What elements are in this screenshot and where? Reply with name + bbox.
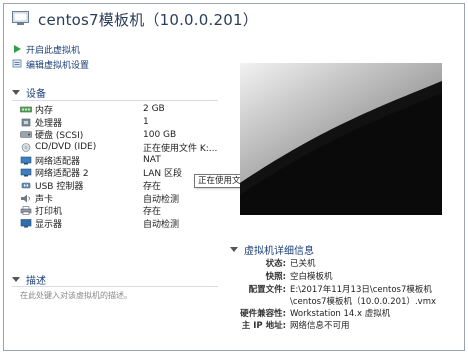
device-name: USB 控制器 <box>35 181 84 192</box>
preview-swoosh <box>240 63 442 195</box>
description-header: 描述 <box>26 276 46 287</box>
play-icon <box>14 45 21 53</box>
power-on-label: 开启此虚拟机 <box>26 45 81 56</box>
device-name: 声卡 <box>35 194 54 205</box>
device-row-sound[interactable]: 声卡 自动检测 <box>20 192 220 205</box>
device-value: NAT <box>143 155 161 166</box>
device-value: 2 GB <box>143 104 165 115</box>
detail-value: 空白模板机 <box>290 272 333 282</box>
detail-row-ip: 主 IP 地址: 网络信息不可用 <box>232 319 350 331</box>
device-name: 硬盘 (SCSI) <box>35 131 84 142</box>
device-row-usb[interactable]: USB 控制器 存在 <box>20 179 220 192</box>
device-row-cdrom[interactable]: CD/DVD (IDE) 正在使用文件 K:... <box>20 141 220 154</box>
detail-row-config-file-cont: \centos7模板机（10.0.0.201）.vmx <box>232 295 436 307</box>
device-name: 处理器 <box>35 118 63 129</box>
detail-row-compatibility: 硬件兼容性: Workstation 14.x 虚拟机 <box>232 307 390 319</box>
edit-settings-icon <box>12 59 22 68</box>
device-row-cpu[interactable]: 处理器 1 <box>20 116 220 129</box>
device-row-network[interactable]: 网络适配器 NAT <box>20 154 220 167</box>
detail-value: 网络信息不可用 <box>290 321 350 331</box>
detail-row-state: 状态: 已关机 <box>232 257 316 269</box>
device-row-memory[interactable]: 内存 2 GB <box>20 103 220 116</box>
page-title: centos7模板机（10.0.0.201） <box>38 11 258 29</box>
detail-value: E:\2017年11月13日\centos7模板机 <box>290 285 432 295</box>
memory-icon <box>20 106 32 113</box>
network-icon <box>20 156 32 165</box>
sound-icon <box>21 194 30 203</box>
device-row-display[interactable]: 显示器 自动检测 <box>20 217 220 230</box>
details-section-toggle[interactable]: 虚拟机详细信息 <box>230 242 314 257</box>
devices-section-toggle[interactable]: 设备 <box>12 85 46 100</box>
vm-summary-panel: centos7模板机（10.0.0.201） 开启此虚拟机 编辑虚拟机设置 设备… <box>3 3 465 351</box>
device-name: 打印机 <box>35 207 63 218</box>
devices-header: 设备 <box>26 89 46 100</box>
collapse-triangle-icon <box>230 247 238 252</box>
device-row-harddisk[interactable]: 硬盘 (SCSI) 100 GB <box>20 128 220 141</box>
network-icon <box>20 168 32 177</box>
edit-settings-button[interactable]: 编辑虚拟机设置 <box>12 57 89 71</box>
device-value: 1 <box>143 117 149 128</box>
detail-key: 配置文件: <box>248 285 286 295</box>
harddisk-icon <box>20 131 32 139</box>
detail-key <box>232 295 286 307</box>
device-value: 100 GB <box>143 129 177 140</box>
device-name: 显示器 <box>35 220 63 231</box>
display-icon <box>20 219 32 228</box>
description-placeholder[interactable]: 在此处键入对该虚拟机的描述。 <box>20 290 132 301</box>
device-name: 网络适配器 2 <box>35 169 89 180</box>
divider <box>12 100 218 101</box>
printer-icon <box>20 206 32 216</box>
power-on-button[interactable]: 开启此虚拟机 <box>12 42 89 56</box>
cpu-icon <box>21 118 31 126</box>
description-section-toggle[interactable]: 描述 <box>12 272 46 287</box>
edit-settings-label: 编辑虚拟机设置 <box>26 60 90 71</box>
device-value: 自动检测 <box>143 220 180 231</box>
device-list: 内存 2 GB 处理器 1 硬盘 (SCSI) 100 GB CD/DVD (I… <box>20 103 220 230</box>
detail-value: Workstation 14.x 虚拟机 <box>290 309 391 319</box>
detail-key: 快照: <box>265 272 286 282</box>
device-value: 正在使用文件 K:... <box>143 143 217 154</box>
vm-preview-thumbnail[interactable] <box>240 63 442 215</box>
device-name: 网络适配器 <box>35 156 81 167</box>
detail-value: 已关机 <box>290 259 316 269</box>
title-bar: centos7模板机（10.0.0.201） <box>4 4 464 34</box>
device-name: 内存 <box>35 105 54 116</box>
collapse-triangle-icon <box>12 277 20 282</box>
divider <box>12 286 218 287</box>
detail-row-config-file: 配置文件: E:\2017年11月13日\centos7模板机 <box>232 283 432 295</box>
action-list: 开启此虚拟机 编辑虚拟机设置 <box>12 42 89 72</box>
details-header: 虚拟机详细信息 <box>244 246 314 257</box>
detail-key: 硬件兼容性: <box>240 309 286 319</box>
device-name: CD/DVD (IDE) <box>35 142 97 153</box>
collapse-triangle-icon <box>12 90 20 95</box>
detail-row-snapshot: 快照: 空白模板机 <box>232 270 333 282</box>
usb-icon <box>21 182 31 189</box>
device-value: 自动检测 <box>143 194 180 205</box>
detail-key: 主 IP 地址: <box>241 321 286 331</box>
vm-icon <box>12 11 29 25</box>
device-row-printer[interactable]: 打印机 存在 <box>20 205 220 218</box>
detail-value: \centos7模板机（10.0.0.201）.vmx <box>290 297 437 307</box>
cdrom-icon <box>21 143 31 152</box>
device-value: 存在 <box>143 207 162 218</box>
device-row-network-2[interactable]: 网络适配器 2 LAN 区段 <box>20 166 220 179</box>
detail-key: 状态: <box>265 259 286 269</box>
